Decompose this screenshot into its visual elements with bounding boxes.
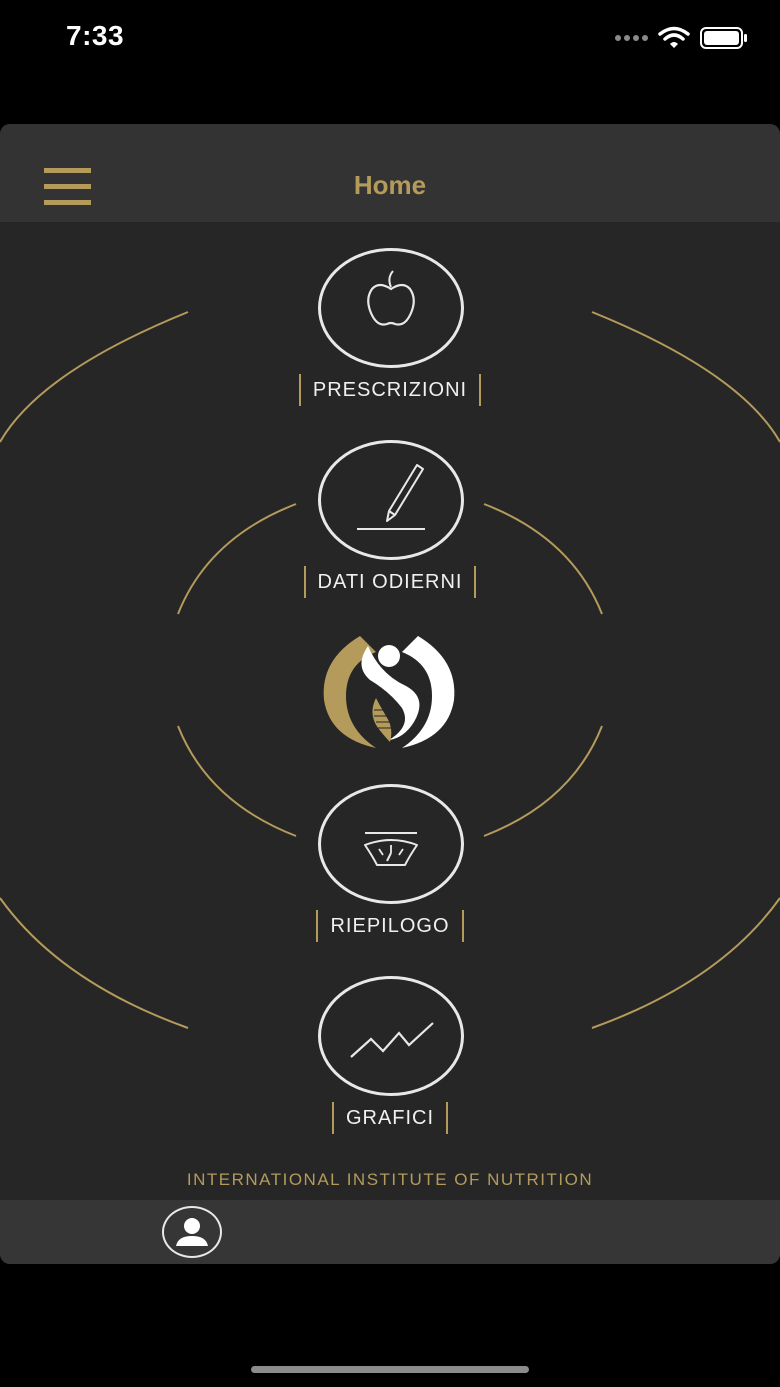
home-content: PRESCRIZIONI DATI ODIERNI RIEPILOGO GRAF… [0, 222, 780, 1200]
user-silhouette-icon [176, 1218, 208, 1246]
phone-screen: 7:33 Home PRESCRIZIONI DATI ODIERNI RIEP… [0, 0, 780, 1387]
signal-dots-icon [615, 35, 648, 41]
wifi-icon [658, 26, 690, 48]
chart-line-icon [350, 1022, 434, 1058]
institute-logo-icon [323, 636, 455, 748]
grafici-label: GRAFICI [331, 1102, 449, 1134]
status-icons [615, 26, 748, 50]
status-time: 7:33 [66, 20, 125, 51]
institute-footer-text: INTERNATIONAL INSTITUTE OF NUTRITION [186, 1170, 594, 1189]
dati-odierni-label-wrap: DATI ODIERNI [0, 566, 780, 598]
grafici-button[interactable] [318, 976, 464, 1096]
riepilogo-button[interactable] [318, 784, 464, 904]
prescrizioni-label: PRESCRIZIONI [298, 374, 482, 406]
prescrizioni-button[interactable] [318, 248, 464, 368]
prescrizioni-label-wrap: PRESCRIZIONI [0, 374, 780, 406]
user-profile-icon[interactable] [162, 1206, 222, 1258]
battery-icon [700, 27, 747, 49]
app-container: Home PRESCRIZIONI DATI ODIERNI RIEPILOGO… [0, 124, 780, 1264]
tab-bar [0, 1200, 780, 1264]
status-bar: 7:33 [0, 0, 780, 80]
pencil-icon [357, 464, 425, 530]
page-title: Home [353, 170, 427, 200]
apple-icon [367, 270, 415, 326]
dati-odierni-button[interactable] [318, 440, 464, 560]
dati-odierni-label: DATI ODIERNI [303, 566, 477, 598]
home-indicator[interactable] [251, 1366, 529, 1373]
navbar: Home [0, 124, 780, 222]
riepilogo-label-wrap: RIEPILOGO [0, 910, 780, 942]
grafici-label-wrap: GRAFICI [0, 1102, 780, 1134]
scale-icon [364, 832, 418, 866]
riepilogo-label: RIEPILOGO [316, 910, 464, 942]
